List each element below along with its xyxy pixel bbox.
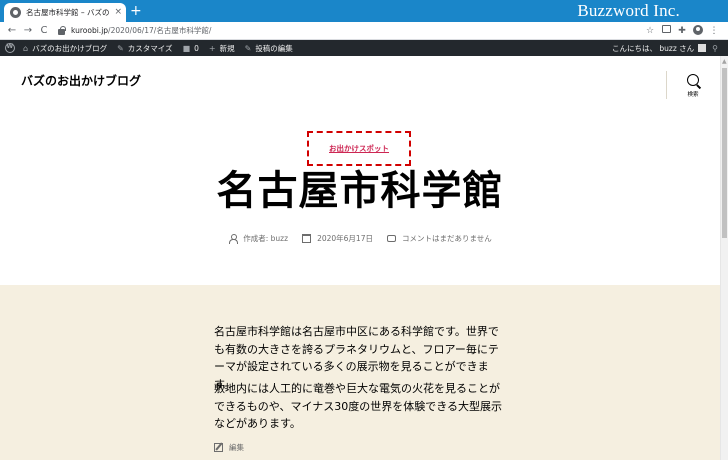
puzzle-icon[interactable]: ✚	[674, 22, 690, 40]
browser-toolbar: ← → C kuroobi.jp/2020/06/17/名古屋市科学館/ ☆ ✚…	[0, 22, 728, 40]
wordpress-logo-icon[interactable]	[5, 43, 15, 53]
wp-admin-bar: ⌂ バズのお出かけブログ ✎ カスタマイズ ■ 0 + 新規 ✎ 投稿の編集 こ…	[0, 40, 728, 56]
adminbar-new[interactable]: + 新規	[209, 43, 235, 54]
adminbar-comments[interactable]: ■ 0	[183, 44, 199, 53]
adminbar-new-label: 新規	[219, 43, 235, 53]
post-content: 名古屋市科学館は名古屋市中区にある科学館です。世界でも有数の大きさを誇るプラネタ…	[0, 285, 720, 460]
content-paragraph: 敷地内には人工的に竜巻や巨大な電気の火花を見ることができるものや、マイナス30度…	[214, 382, 503, 430]
avatar	[698, 44, 707, 52]
search-icon[interactable]: ⚲	[712, 44, 718, 53]
edit-post-link[interactable]: 編集	[214, 442, 244, 453]
back-button[interactable]: ←	[4, 22, 20, 40]
scroll-up-arrow-icon[interactable]: ▲	[722, 58, 727, 65]
star-icon[interactable]: ☆	[642, 22, 658, 40]
lock-icon	[58, 25, 66, 35]
address-bar[interactable]: kuroobi.jp/2020/06/17/名古屋市科学館/	[58, 24, 642, 38]
adminbar-customize-label: カスタマイズ	[127, 43, 173, 53]
category-highlight-box: お出かけスポット	[307, 131, 411, 166]
adminbar-edit-label: 投稿の編集	[255, 43, 293, 53]
page-scrollbar[interactable]: ▲	[720, 56, 728, 460]
post-title: 名古屋市科学館	[216, 168, 504, 214]
tab-close-icon[interactable]: ×	[114, 8, 122, 17]
plus-icon: +	[208, 43, 216, 53]
comment-icon	[386, 235, 396, 242]
post-date-text: 2020年6月17日	[317, 234, 373, 243]
header-divider	[666, 71, 667, 99]
brush-icon: ✎	[117, 43, 124, 53]
edit-post-label: 編集	[229, 443, 244, 452]
adminbar-greeting: こんにちは、 buzz さん	[611, 43, 695, 53]
scrollbar-thumb[interactable]	[722, 68, 727, 238]
adminbar-edit-post[interactable]: ✎ 投稿の編集	[245, 43, 293, 54]
pencil-icon: ✎	[244, 43, 252, 53]
category-link[interactable]: お出かけスポット	[329, 143, 389, 154]
user-icon	[228, 234, 239, 244]
extension-icon[interactable]	[658, 22, 674, 40]
adminbar-customize[interactable]: ✎ カスタマイズ	[117, 43, 172, 54]
reload-button[interactable]: C	[36, 22, 52, 40]
post-comments-text: コメントはまだありません	[401, 234, 492, 243]
post-comments[interactable]: コメントはまだありません	[386, 233, 492, 244]
edit-icon	[214, 443, 223, 452]
new-tab-button[interactable]: +	[130, 4, 142, 18]
search-toggle-button[interactable]: 検索	[680, 74, 706, 98]
adminbar-account[interactable]: こんにちは、 buzz さん ⚲	[612, 43, 722, 54]
url-host: kuroobi.jp	[71, 26, 109, 35]
toolbar-icons: ☆ ✚ ⋮	[642, 22, 722, 40]
url-path: /2020/06/17/名古屋市科学館/	[108, 26, 212, 35]
forward-button[interactable]: →	[20, 22, 36, 40]
comment-icon: ■	[182, 43, 191, 53]
browser-tabstrip: 名古屋市科学館 – バズのお出かけブ × + Buzzword Inc.	[0, 0, 728, 22]
browser-tab-active[interactable]: 名古屋市科学館 – バズのお出かけブ ×	[4, 3, 126, 22]
search-label: 検索	[687, 92, 699, 98]
search-icon	[687, 74, 699, 86]
globe-icon	[10, 7, 21, 18]
adminbar-comments-count: 0	[194, 43, 199, 53]
post-author-text: 作成者: buzz	[243, 234, 289, 243]
adminbar-site-name[interactable]: ⌂ バズのお出かけブログ	[23, 43, 107, 54]
post-date[interactable]: 2020年6月17日	[302, 233, 373, 244]
calendar-icon	[302, 234, 312, 243]
profile-icon[interactable]	[690, 22, 706, 40]
brand-watermark: Buzzword Inc.	[577, 1, 680, 20]
tab-title: 名古屋市科学館 – バズのお出かけブ	[26, 8, 110, 17]
menu-icon[interactable]: ⋮	[706, 22, 722, 40]
site-title[interactable]: バズのお出かけブログ	[21, 72, 141, 89]
post-meta: 作成者: buzz 2020年6月17日 コメントはまだありません	[0, 233, 720, 244]
post-author[interactable]: 作成者: buzz	[228, 233, 288, 244]
adminbar-site-label: バズのお出かけブログ	[32, 43, 108, 53]
dashboard-icon: ⌂	[23, 43, 29, 53]
